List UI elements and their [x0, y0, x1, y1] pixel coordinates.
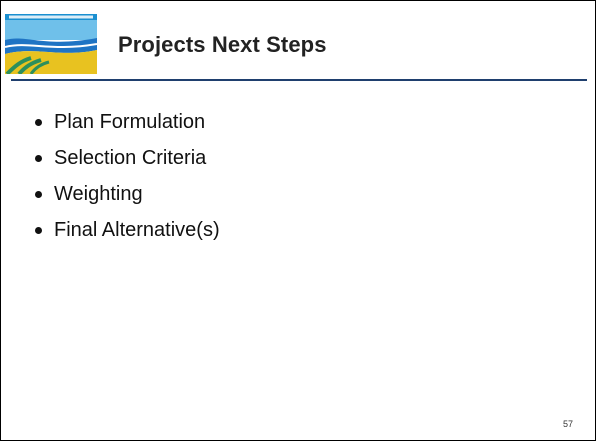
- slide: Projects Next Steps Plan Formulation Sel…: [0, 0, 596, 441]
- bullet-text: Plan Formulation: [54, 110, 206, 133]
- bullet-list: Plan Formulation Selection Criteria Weig…: [35, 104, 220, 248]
- bullet-dot-icon: [35, 154, 42, 162]
- bullet-item: Final Alternative(s): [35, 212, 220, 248]
- bullet-item: Weighting: [35, 176, 220, 212]
- bullet-dot-icon: [35, 226, 42, 234]
- bullet-text: Final Alternative(s): [54, 218, 220, 241]
- river-logo-icon: [5, 14, 97, 74]
- slide-title: Projects Next Steps: [118, 32, 327, 57]
- title-divider: [11, 79, 587, 81]
- bullet-text: Selection Criteria: [54, 146, 207, 169]
- bullet-item: Plan Formulation: [35, 104, 220, 140]
- page-number: 57: [562, 419, 573, 429]
- bullet-dot-icon: [35, 118, 42, 126]
- bullet-dot-icon: [35, 190, 42, 198]
- bullet-item: Selection Criteria: [35, 140, 220, 176]
- bullet-text: Weighting: [54, 182, 143, 205]
